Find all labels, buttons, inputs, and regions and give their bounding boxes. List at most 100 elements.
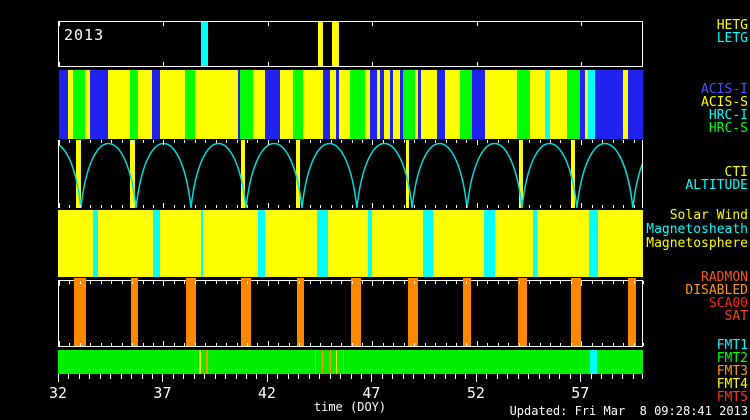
minor-tick [143, 205, 144, 208]
major-tick [476, 374, 477, 382]
minor-tick [278, 343, 279, 346]
minor-tick [278, 140, 279, 143]
minor-tick [331, 140, 332, 143]
minor-tick [560, 343, 561, 346]
minor-tick [310, 205, 311, 208]
minor-tick [601, 374, 602, 379]
minor-tick [612, 374, 613, 379]
minor-tick [247, 205, 248, 208]
minor-tick [623, 281, 624, 284]
major-tick [163, 341, 164, 346]
fmt-event-fmt3 [343, 350, 344, 374]
radmon-interval-radmon_disabled [131, 278, 138, 346]
instrument-interval-hrc-s [130, 70, 138, 139]
minor-tick [184, 140, 185, 143]
x-axis-title: time (DOY) [314, 400, 386, 414]
minor-tick [414, 343, 415, 346]
minor-tick [425, 140, 426, 143]
minor-tick [487, 343, 488, 346]
minor-tick [340, 374, 341, 379]
minor-tick [634, 140, 635, 143]
minor-tick [528, 374, 529, 379]
minor-tick [540, 343, 541, 346]
minor-tick [320, 343, 321, 346]
minor-tick [486, 374, 487, 379]
minor-tick [519, 205, 520, 208]
instrument-interval-acis-s [530, 70, 545, 139]
year-label: 2013 [64, 26, 104, 44]
minor-tick [132, 343, 133, 346]
region-interval-msh [317, 210, 328, 277]
radmon-interval-radmon_disabled [628, 278, 636, 346]
minor-tick [393, 281, 394, 284]
minor-tick [414, 140, 415, 143]
minor-tick [111, 343, 112, 346]
minor-tick [446, 205, 447, 208]
minor-tick [320, 205, 321, 208]
minor-tick [132, 140, 133, 143]
region-interval-msh [93, 210, 98, 277]
minor-tick [289, 281, 290, 284]
major-tick [268, 341, 269, 346]
minor-tick [393, 205, 394, 208]
fmt-event-fmt3 [315, 350, 316, 374]
instrument-interval-acis-s [160, 70, 185, 139]
minor-tick [80, 343, 81, 346]
minor-tick [205, 343, 206, 346]
minor-tick [497, 374, 498, 379]
minor-tick [289, 343, 290, 346]
minor-tick [101, 281, 102, 284]
minor-tick [529, 343, 530, 346]
minor-tick [122, 343, 123, 346]
major-tick [59, 140, 60, 145]
minor-tick [341, 140, 342, 143]
minor-tick [571, 140, 572, 143]
minor-tick [435, 343, 436, 346]
minor-tick [382, 374, 383, 379]
minor-tick [153, 343, 154, 346]
minor-tick [90, 281, 91, 284]
minor-tick [571, 205, 572, 208]
instrument-interval-hrc-s [293, 70, 303, 139]
major-tick [372, 62, 373, 66]
x-tick-label: 32 [49, 384, 67, 402]
x-tick-label: 57 [571, 384, 589, 402]
label-fmt5: FMT5 [717, 391, 748, 404]
instrument-interval-hrc-i [588, 70, 595, 139]
minor-tick [111, 281, 112, 284]
instrument-interval-acis-i [323, 70, 330, 139]
instrument-interval-acis-s [485, 70, 517, 139]
minor-tick [570, 374, 571, 379]
minor-tick [111, 140, 112, 143]
minor-tick [299, 343, 300, 346]
instrument-interval-acis-s [393, 70, 400, 139]
minor-tick [414, 281, 415, 284]
minor-tick [153, 205, 154, 208]
minor-tick [623, 343, 624, 346]
minor-tick [392, 374, 393, 379]
instrument-interval-acis-s [138, 70, 152, 139]
minor-tick [518, 374, 519, 379]
instrument-interval-acis-s [195, 70, 238, 139]
region-interval-msh [258, 210, 265, 277]
minor-tick [550, 140, 551, 143]
instrument-interval-acis-i [437, 70, 445, 139]
minor-tick [309, 374, 310, 379]
minor-tick [204, 374, 205, 379]
minor-tick [257, 205, 258, 208]
label-letg: LETG [717, 32, 748, 45]
minor-tick [413, 374, 414, 379]
region-interval-msh [423, 210, 433, 277]
minor-tick [456, 343, 457, 346]
radmon-interval-radmon_disabled [463, 278, 471, 346]
major-tick [371, 374, 372, 382]
minor-tick [383, 281, 384, 284]
minor-tick [362, 140, 363, 143]
minor-tick [613, 205, 614, 208]
minor-tick [121, 374, 122, 379]
minor-tick [80, 140, 81, 143]
radmon-interval-radmon_disabled [518, 278, 527, 346]
major-tick [59, 22, 60, 26]
minor-tick [466, 140, 467, 143]
x-tick-label: 42 [258, 384, 276, 402]
